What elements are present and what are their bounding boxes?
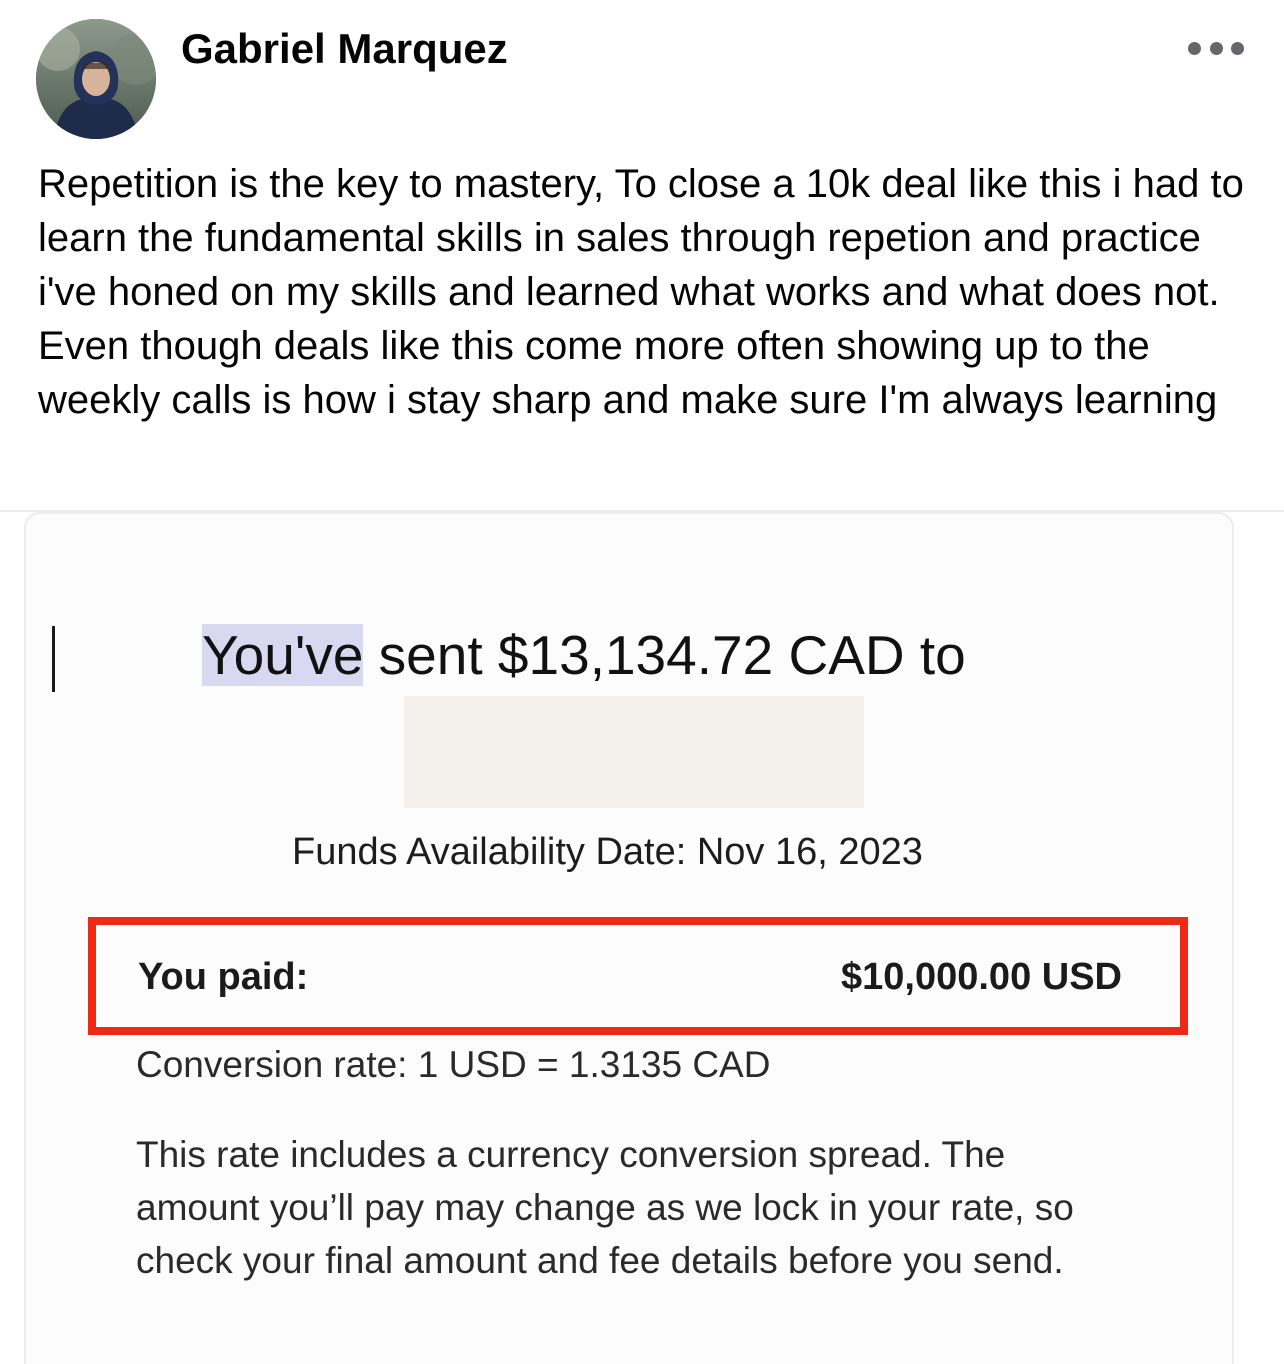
funds-availability-date: Funds Availability Date: Nov 16, 2023 <box>292 831 923 873</box>
author-name[interactable]: Gabriel Marquez <box>181 24 508 74</box>
redacted-recipient <box>404 696 864 808</box>
receipt-card: You've sent $13,134.72 CAD to Funds Avai… <box>24 512 1234 1364</box>
more-options-button[interactable] <box>1188 34 1244 62</box>
post-image[interactable]: You've sent $13,134.72 CAD to Funds Avai… <box>0 510 1284 1364</box>
sent-amount-heading: You've sent $13,134.72 CAD to <box>202 621 966 689</box>
you-paid-value: $10,000.00 USD <box>841 956 1122 998</box>
more-horizontal-icon <box>1188 41 1201 55</box>
more-horizontal-icon <box>1209 41 1223 55</box>
avatar-photo <box>36 19 156 139</box>
selected-text: You've <box>202 624 364 686</box>
conversion-disclaimer: This rate includes a currency conversion… <box>136 1134 1074 1281</box>
you-paid-label: You paid: <box>138 956 309 998</box>
text-cursor <box>52 626 55 692</box>
you-paid-highlight-box: You paid: $10,000.00 USD <box>88 917 1188 1035</box>
avatar[interactable] <box>36 19 156 139</box>
post-text: Repetition is the key to mastery, To clo… <box>38 162 1244 422</box>
conversion-rate: Conversion rate: 1 USD = 1.3135 CAD <box>136 1044 771 1085</box>
more-horizontal-icon <box>1231 41 1244 55</box>
sent-amount-text: sent $13,134.72 CAD to <box>363 624 966 686</box>
